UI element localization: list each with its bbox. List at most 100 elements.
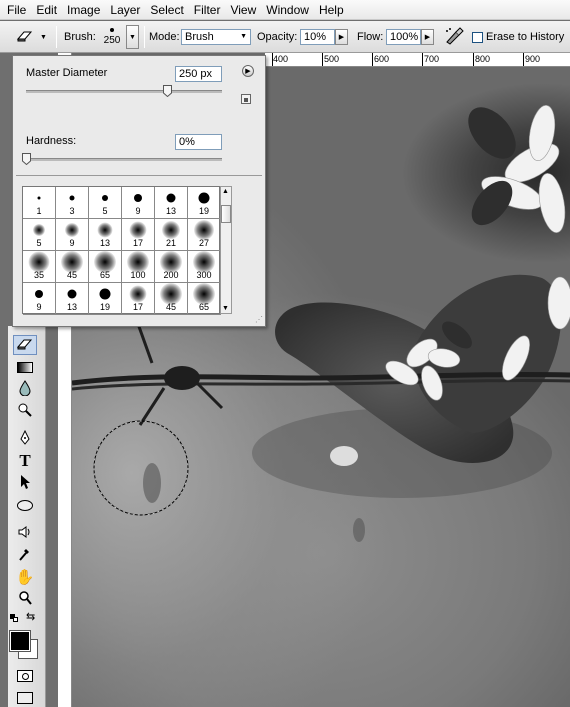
brush-preset[interactable]: 27 <box>188 219 221 251</box>
brush-preset[interactable]: 19 <box>188 187 221 219</box>
master-diameter-slider[interactable] <box>26 90 222 93</box>
brush-preset[interactable]: 300 <box>188 251 221 283</box>
brush-preset-size: 17 <box>132 302 143 312</box>
brush-preset[interactable]: 65 <box>89 251 122 283</box>
erase-to-history-checkbox[interactable] <box>472 31 483 43</box>
airbrush-button[interactable] <box>444 21 464 53</box>
brush-preset[interactable]: 3 <box>56 187 89 219</box>
path-selection-tool-button[interactable] <box>13 473 37 493</box>
gradient-tool-button[interactable] <box>13 357 37 377</box>
brush-picker-button[interactable]: ▼ <box>126 25 139 49</box>
menu-edit[interactable]: Edit <box>31 0 62 20</box>
brush-preset[interactable]: 65 <box>188 283 221 315</box>
chevron-down-icon: ▼ <box>129 33 136 41</box>
zoom-tool-button[interactable] <box>13 589 37 609</box>
type-icon: T <box>19 451 31 470</box>
eraser-icon <box>16 29 34 46</box>
brush-preset[interactable]: 45 <box>155 283 188 315</box>
audio-annotation-tool-button[interactable] <box>13 523 37 543</box>
foreground-color-swatch[interactable] <box>9 630 31 652</box>
menu-select[interactable]: Select <box>145 0 188 20</box>
brush-tip-icon <box>160 251 182 273</box>
brush-preset[interactable]: 9 <box>56 219 89 251</box>
master-diameter-input[interactable]: 250 px <box>175 66 222 82</box>
brush-preset[interactable]: 17 <box>122 219 155 251</box>
brush-preset[interactable]: 19 <box>89 283 122 315</box>
scroll-thumb[interactable] <box>221 205 231 223</box>
opacity-slider-button[interactable]: ▶ <box>335 29 348 45</box>
brush-tip-icon <box>127 251 149 273</box>
chevron-down-icon: ▼ <box>40 33 47 41</box>
brush-preset[interactable]: 100 <box>122 251 155 283</box>
speaker-icon <box>17 525 33 542</box>
preset-scrollbar[interactable]: ▲ ▼ <box>220 186 232 314</box>
brush-preset[interactable]: 45 <box>56 251 89 283</box>
brush-preset[interactable]: 9 <box>23 283 56 315</box>
menu-view[interactable]: View <box>225 0 261 20</box>
brush-preset[interactable]: 35 <box>23 251 56 283</box>
brush-dot-icon <box>110 28 114 32</box>
brush-preset[interactable]: 200 <box>155 251 188 283</box>
hand-tool-button[interactable]: ✋ <box>13 567 37 587</box>
brush-preset[interactable]: 13 <box>155 187 188 219</box>
brush-tip-icon <box>166 193 176 203</box>
brush-size: 250 <box>103 35 121 46</box>
menu-layer[interactable]: Layer <box>105 0 145 20</box>
menu-file[interactable]: File <box>2 0 31 20</box>
ruler-tick-label: 500 <box>324 54 340 64</box>
blur-drop-icon <box>18 379 32 399</box>
master-diameter-slider-thumb[interactable] <box>163 85 173 97</box>
brush-preset[interactable]: 21 <box>155 219 188 251</box>
ellipse-tool-button[interactable] <box>13 495 37 515</box>
menu-help[interactable]: Help <box>314 0 349 20</box>
divider <box>16 175 262 176</box>
master-diameter-label: Master Diameter <box>26 67 108 79</box>
type-tool-button[interactable]: T <box>13 451 37 471</box>
hardness-slider-thumb[interactable] <box>22 153 31 165</box>
mode-select[interactable]: Brush ▼ <box>181 29 251 45</box>
save-brush-icon[interactable] <box>241 94 251 104</box>
quick-mask-button[interactable] <box>13 666 37 686</box>
brush-tip-icon <box>37 196 41 200</box>
brush-menu-button[interactable]: ▶ <box>242 65 254 77</box>
brush-preset[interactable]: 13 <box>89 219 122 251</box>
default-colors-icon[interactable] <box>10 614 18 622</box>
scroll-up-icon[interactable]: ▲ <box>222 188 229 195</box>
flow-input[interactable]: 100% <box>386 29 421 45</box>
hardness-input[interactable]: 0% <box>175 134 222 150</box>
menu-image[interactable]: Image <box>62 0 105 20</box>
brush-preset-size: 13 <box>66 302 77 312</box>
flow-slider-button[interactable]: ▶ <box>421 29 434 45</box>
eraser-tool-button[interactable] <box>13 335 37 355</box>
chevron-right-icon: ▶ <box>338 34 345 41</box>
brush-preset[interactable]: 5 <box>23 219 56 251</box>
brush-tip-icon <box>193 283 215 305</box>
menu-window[interactable]: Window <box>261 0 314 20</box>
eraser-icon <box>16 338 33 353</box>
ruler-tick-label: 400 <box>273 54 289 64</box>
eyedropper-tool-button[interactable] <box>13 545 37 565</box>
brush-tip-icon <box>193 251 215 273</box>
resize-grip-icon[interactable]: ⋰ <box>255 315 263 324</box>
swap-colors-icon[interactable]: ⇆ <box>26 610 35 623</box>
opacity-input[interactable]: 10% <box>300 29 335 45</box>
scroll-down-icon[interactable]: ▼ <box>222 305 229 312</box>
brush-preset-size: 5 <box>36 238 42 248</box>
hardness-slider[interactable] <box>26 158 222 161</box>
screen-mode-button[interactable] <box>13 688 37 707</box>
brush-preset[interactable]: 17 <box>122 283 155 315</box>
brush-preset[interactable]: 1 <box>23 187 56 219</box>
pen-tool-button[interactable] <box>13 429 37 449</box>
blur-tool-button[interactable] <box>13 379 37 399</box>
brush-preset-size: 5 <box>102 206 108 216</box>
tool-preset-picker[interactable]: ▼ <box>16 21 47 53</box>
brush-preset[interactable]: 5 <box>89 187 122 219</box>
options-bar: ▼ Brush: 250 ▼ Mode: Brush ▼ Opacity: 10… <box>0 21 570 53</box>
brush-preset[interactable]: 9 <box>122 187 155 219</box>
brush-preset[interactable]: 13 <box>56 283 89 315</box>
airbrush-icon <box>444 26 464 48</box>
dodge-tool-button[interactable] <box>13 401 37 421</box>
ellipse-icon <box>17 499 33 511</box>
menu-filter[interactable]: Filter <box>189 0 226 20</box>
brush-preview[interactable]: 250 <box>101 21 123 53</box>
